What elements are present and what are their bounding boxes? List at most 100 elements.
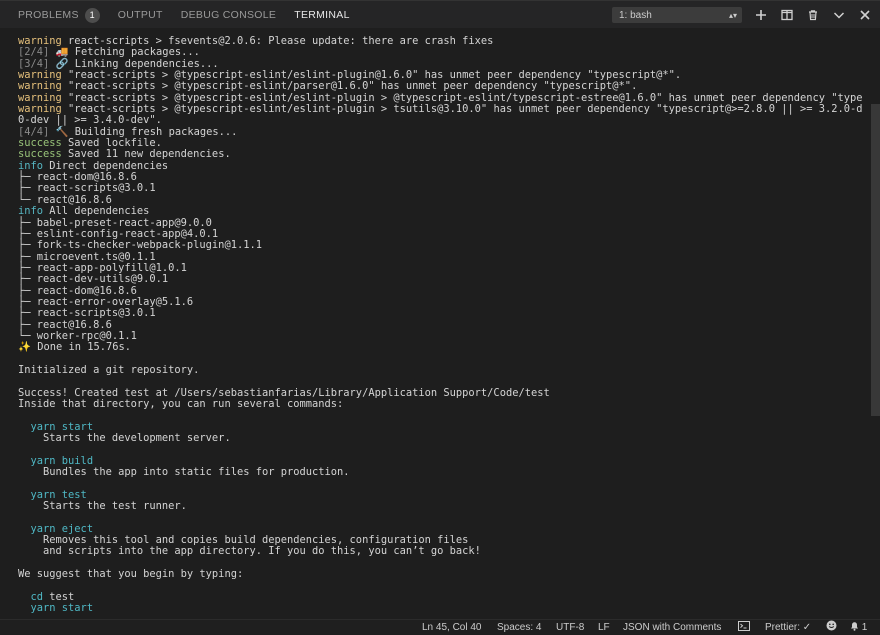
trash-icon xyxy=(809,10,817,21)
terminal-text: yarn start xyxy=(18,420,94,433)
terminal-line: ✨ Done in 15.76s. xyxy=(18,342,863,353)
terminal-text: test xyxy=(43,590,75,603)
status-language-mode[interactable]: JSON with Comments xyxy=(623,620,721,635)
terminal-text: ├─ react-dom@16.8.6 xyxy=(18,284,137,297)
terminal-text: yarn start xyxy=(18,602,94,615)
tab-terminal-label: TERMINAL xyxy=(294,9,350,21)
terminal-text: "react-scripts > @typescript-eslint/pars… xyxy=(61,80,638,93)
kill-terminal-button[interactable] xyxy=(804,6,822,24)
terminal-text: cd xyxy=(18,590,44,603)
close-icon xyxy=(860,10,870,20)
terminal-text: We suggest that you begin by typing: xyxy=(18,568,244,581)
status-prettier[interactable]: Prettier: ✓ xyxy=(765,620,811,635)
tab-terminal[interactable]: TERMINAL xyxy=(294,1,350,29)
terminal-text: ├─ fork-ts-checker-webpack-plugin@1.1.1 xyxy=(18,239,262,252)
tab-output-label: OUTPUT xyxy=(117,9,163,21)
terminal-line: We suggest that you begin by typing: xyxy=(18,568,863,581)
terminal-text: All dependencies xyxy=(43,205,150,218)
terminal-selector-value: 1: bash xyxy=(619,10,652,21)
tab-problems-label: PROBLEMS xyxy=(18,9,79,21)
terminal-text: Bundles the app into static files for pr… xyxy=(18,466,350,479)
close-panel-button[interactable] xyxy=(856,6,874,24)
tab-problems[interactable]: PROBLEMS 1 xyxy=(18,1,100,29)
smiley-icon xyxy=(826,620,837,631)
terminal-actions xyxy=(752,1,874,29)
terminal-text: Starts the development server. xyxy=(18,432,231,445)
terminal-text: react-scripts > fsevents@2.0.6: Please u… xyxy=(61,36,494,47)
terminal-icon xyxy=(738,621,750,631)
new-terminal-button[interactable] xyxy=(752,6,770,24)
problems-count-badge: 1 xyxy=(84,7,100,23)
status-feedback[interactable] xyxy=(826,620,837,635)
terminal-text: ├─ react-scripts@3.0.1 xyxy=(18,182,156,195)
terminal-text: yarn test xyxy=(18,488,87,501)
status-eol[interactable]: LF xyxy=(598,620,610,635)
status-bar: Ln 45, Col 40 Spaces: 4 UTF-8 LF JSON wi… xyxy=(0,619,880,634)
terminal-text: [2/4] xyxy=(18,46,50,59)
terminal-text: 🚚 Fetching packages... xyxy=(49,46,200,59)
status-live-share[interactable] xyxy=(738,620,750,635)
terminal-line: ├─ react-dev-utils@9.0.1 xyxy=(18,274,863,285)
status-cursor-position[interactable]: Ln 45, Col 40 xyxy=(422,620,482,635)
terminal-line: Bundles the app into static files for pr… xyxy=(18,466,863,479)
tab-output[interactable]: OUTPUT xyxy=(118,1,163,29)
terminal-text: ├─ microevent.ts@0.1.1 xyxy=(18,250,156,263)
terminal-scrollbar[interactable] xyxy=(871,104,880,416)
terminal-text: "react-scripts > @typescript-eslint/esli… xyxy=(61,91,863,104)
terminal-text: Initialized a git repository. xyxy=(18,363,200,376)
terminal-text: warning xyxy=(18,91,62,104)
terminal-text: [3/4] xyxy=(18,57,50,70)
terminal-line: info Direct dependencies xyxy=(18,159,863,172)
terminal-line: Initialized a git repository. xyxy=(18,363,863,376)
panel-tabs: PROBLEMS 1 OUTPUT DEBUG CONSOLE TERMINAL xyxy=(18,1,350,29)
terminal-text: success xyxy=(18,148,62,161)
chevron-down-icon xyxy=(833,12,845,19)
terminal-text: Removes this tool and copies build depen… xyxy=(18,534,469,547)
terminal-text: success xyxy=(18,137,62,150)
terminal-line: yarn start xyxy=(18,603,863,614)
terminal-line: ├─ react-scripts@3.0.1 xyxy=(18,308,863,319)
terminal-line: ├─ react-scripts@3.0.1 xyxy=(18,183,863,194)
terminal-output[interactable]: warning react-scripts > fsevents@2.0.6: … xyxy=(18,36,863,618)
notification-count: 1 xyxy=(861,622,868,633)
terminal-text: yarn build xyxy=(18,454,94,467)
terminal-text: 🔨 Building fresh packages... xyxy=(49,125,238,138)
terminal-text: info xyxy=(18,205,44,218)
terminal-text: info xyxy=(18,159,44,172)
terminal-text: and scripts into the app directory. If y… xyxy=(18,545,481,558)
terminal-text: ├─ babel-preset-react-app@9.0.0 xyxy=(18,216,212,229)
status-notifications[interactable]: 1 xyxy=(850,620,867,635)
bell-icon xyxy=(851,622,858,631)
panel-tab-bar: PROBLEMS 1 OUTPUT DEBUG CONSOLE TERMINAL… xyxy=(0,0,880,28)
status-encoding[interactable]: UTF-8 xyxy=(556,620,584,635)
maximize-panel-button[interactable] xyxy=(830,6,848,24)
terminal-text: └─ react@16.8.6 xyxy=(18,193,112,206)
tab-debug-console[interactable]: DEBUG CONSOLE xyxy=(181,1,277,29)
terminal-text: "react-scripts > @typescript-eslint/esli… xyxy=(61,69,682,82)
terminal-text: 0-dev || >= 3.4.0-dev". xyxy=(18,114,162,127)
terminal-line: └─ worker-rpc@0.1.1 xyxy=(18,330,863,342)
terminal-text: 🔗 Linking dependencies... xyxy=(49,57,219,70)
terminal-line: and scripts into the app directory. If y… xyxy=(18,546,863,557)
terminal-text: ✨ Done in 15.76s. xyxy=(18,341,132,354)
terminal-text: warning xyxy=(18,69,62,82)
status-indentation[interactable]: Spaces: 4 xyxy=(497,620,541,635)
terminal-text: [4/4] xyxy=(18,125,50,138)
split-terminal-button[interactable] xyxy=(778,6,796,24)
terminal-selector-dropdown[interactable]: 1: bash ▴▾ xyxy=(612,7,742,23)
tab-debug-console-label: DEBUG CONSOLE xyxy=(180,9,277,21)
terminal-line: Inside that directory, you can run sever… xyxy=(18,398,863,410)
terminal-text: yarn eject xyxy=(18,522,94,535)
terminal-text: Direct dependencies xyxy=(43,159,169,172)
terminal-text: Saved 11 new dependencies. xyxy=(61,148,231,161)
terminal-text: Starts the test runner. xyxy=(18,500,187,513)
terminal-text: Inside that directory, you can run sever… xyxy=(18,398,344,410)
split-icon xyxy=(781,9,793,21)
terminal-line: Starts the test runner. xyxy=(18,500,863,513)
plus-icon xyxy=(756,10,766,20)
dropdown-caret-icon: ▴▾ xyxy=(728,11,737,20)
